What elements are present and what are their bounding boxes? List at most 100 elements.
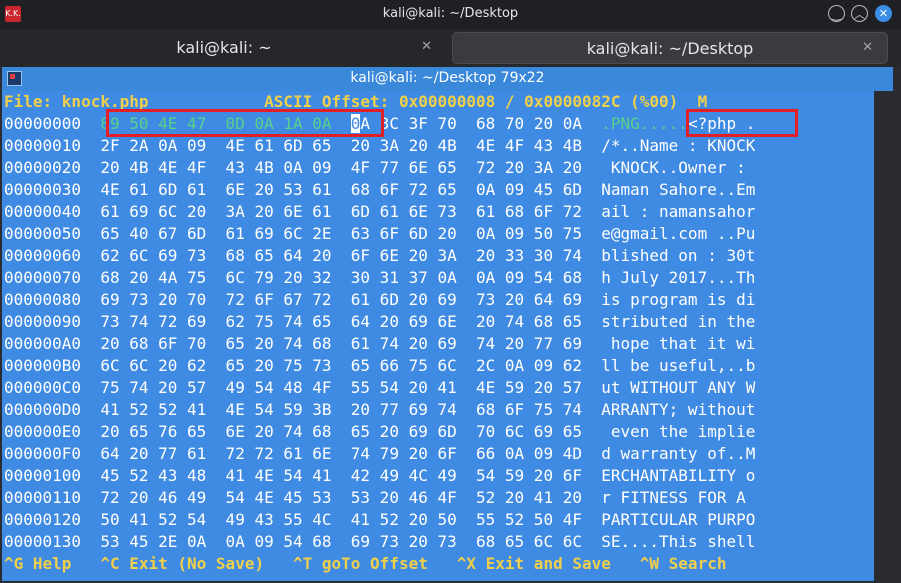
ascii-text: PARTICULAR PURPO <box>601 510 756 529</box>
terminal-title: kali@kali: ~/Desktop 79x22 <box>350 70 545 86</box>
row-offset: 000000C0 <box>4 378 82 397</box>
ascii-text: even the implie <box>601 422 756 441</box>
tab-bar: kali@kali: ~ ✕ kali@kali: ~/Desktop ✕ <box>0 29 901 67</box>
row-offset: 00000110 <box>4 488 82 507</box>
terminal-area[interactable]: File: knock.php ASCII Offset: 0x00000008… <box>2 91 893 581</box>
row-offset: 00000000 <box>4 114 82 133</box>
terminal-margin <box>874 91 893 581</box>
hex-row[interactable]: 00000110 72 20 46 49 54 4E 45 53 53 20 4… <box>4 487 755 509</box>
hex-row[interactable]: 00000020 20 4B 4E 4F 43 4B 0A 09 4F 77 6… <box>4 157 755 179</box>
hex-row[interactable]: 000000A0 20 68 6F 70 65 20 74 68 61 74 2… <box>4 333 755 355</box>
row-offset: 000000D0 <box>4 400 82 419</box>
window-title: kali@kali: ~/Desktop <box>382 6 519 21</box>
hex-bytes: A 3C 3F 70 68 70 20 0A <box>360 114 582 133</box>
hex-row[interactable]: 000000F0 64 20 77 61 72 72 61 6E 74 79 2… <box>4 443 755 465</box>
hex-bytes: 6C 6C 20 62 65 20 75 73 65 66 75 6C 2C 0… <box>100 356 582 375</box>
row-offset: 00000120 <box>4 510 82 529</box>
hex-bytes: 20 65 76 65 6E 20 74 68 65 20 69 6D 70 6… <box>100 422 582 441</box>
hex-bytes: 50 41 52 54 49 43 55 4C 41 52 20 50 55 5… <box>100 510 582 529</box>
hex-bytes: 75 74 20 57 49 54 48 4F 55 54 20 41 4E 5… <box>100 378 582 397</box>
hex-row[interactable]: 00000090 73 74 72 69 62 75 74 65 64 20 6… <box>4 311 755 333</box>
hex-bytes: 62 6C 69 73 68 65 64 20 6F 6E 20 3A 20 3… <box>100 246 582 265</box>
ascii-text: stributed in the <box>601 312 756 331</box>
row-offset: 00000100 <box>4 466 82 485</box>
hex-row[interactable]: 000000B0 6C 6C 20 62 65 20 75 73 65 66 7… <box>4 355 755 377</box>
ascii-text: /*..Name : KNOCK <box>601 136 756 155</box>
window-titlebar: K.K. kali@kali: ~/Desktop ‿ ︿ ✕ <box>0 0 901 29</box>
row-offset: 00000130 <box>4 532 82 551</box>
ascii-text: ERCHANTABILITY o <box>601 466 756 485</box>
ascii-text: <?php . <box>687 114 756 133</box>
row-offset: 000000F0 <box>4 444 82 463</box>
ascii-text: blished on : 30t <box>601 246 756 265</box>
hex-bytes: 53 45 2E 0A 0A 09 54 68 69 73 20 73 68 6… <box>100 532 582 551</box>
minimize-button[interactable]: ‿ <box>828 5 845 22</box>
row-offset: 00000080 <box>4 290 82 309</box>
hex-bytes-signature: 89 50 4E 47 0D 0A 1A 0A <box>100 114 332 133</box>
hexedit-status-line: File: knock.php ASCII Offset: 0x00000008… <box>4 92 708 111</box>
hex-row[interactable]: 000000E0 20 65 76 65 6E 20 74 68 65 20 6… <box>4 421 755 443</box>
close-window-button[interactable]: ✕ <box>875 5 892 22</box>
hex-bytes: 64 20 77 61 72 72 61 6E 74 79 20 6F 66 0… <box>100 444 582 463</box>
hex-bytes: 73 74 72 69 62 75 74 65 64 20 69 6E 20 7… <box>100 312 582 331</box>
hex-row[interactable]: 00000050 65 40 67 6D 61 69 6C 2E 63 6F 6… <box>4 223 755 245</box>
row-offset: 00000060 <box>4 246 82 265</box>
hex-bytes: 4E 61 6D 61 6E 20 53 61 68 6F 72 65 0A 0… <box>100 180 582 199</box>
hex-bytes: 72 20 46 49 54 4E 45 53 53 20 46 4F 52 2… <box>100 488 582 507</box>
row-offset: 00000050 <box>4 224 82 243</box>
ascii-text: ut WITHOUT ANY W <box>601 378 756 397</box>
ascii-text: ll be useful,..b <box>601 356 756 375</box>
hex-row[interactable]: 000000C0 75 74 20 57 49 54 48 4F 55 54 2… <box>4 377 755 399</box>
ascii-text: KNOCK..Owner : <box>601 158 756 177</box>
hex-row[interactable]: 00000130 53 45 2E 0A 0A 09 54 68 69 73 2… <box>4 531 755 553</box>
maximize-button[interactable]: ︿ <box>851 5 868 22</box>
hex-bytes: 20 4B 4E 4F 43 4B 0A 09 4F 77 6E 65 72 2… <box>100 158 582 177</box>
hex-bytes: 68 20 4A 75 6C 79 20 32 30 31 37 0A 0A 0… <box>100 268 582 287</box>
tab-close-icon[interactable]: ✕ <box>421 39 432 54</box>
row-offset: 000000B0 <box>4 356 82 375</box>
hex-bytes: 2F 2A 0A 09 4E 61 6D 65 20 3A 20 4B 4E 4… <box>100 136 582 155</box>
hex-row[interactable]: 00000120 50 41 52 54 49 43 55 4C 41 52 2… <box>4 509 755 531</box>
row-offset: 000000A0 <box>4 334 82 353</box>
ascii-text: r FITNESS FOR A <box>601 488 756 507</box>
ascii-text: e@gmail.com ..Pu <box>601 224 756 243</box>
hex-bytes: 45 52 43 48 41 4E 54 41 42 49 4C 49 54 5… <box>100 466 582 485</box>
row-offset: 00000040 <box>4 202 82 221</box>
hex-row[interactable]: 000000D0 41 52 52 41 4E 54 59 3B 20 77 6… <box>4 399 755 421</box>
row-offset: 00000020 <box>4 158 82 177</box>
tab-label: kali@kali: ~/Desktop <box>586 39 754 58</box>
hex-bytes: 20 68 6F 70 65 20 74 68 61 74 20 69 74 2… <box>100 334 582 353</box>
hex-bytes: 41 52 52 41 4E 54 59 3B 20 77 69 74 68 6… <box>100 400 582 419</box>
hex-row[interactable]: 00000070 68 20 4A 75 6C 79 20 32 30 31 3… <box>4 267 755 289</box>
row-offset: 00000070 <box>4 268 82 287</box>
hex-row[interactable]: 00000000 89 50 4E 47 0D 0A 1A 0A 0A 3C 3… <box>4 113 755 135</box>
ascii-text: SE....This shell <box>601 532 756 551</box>
ascii-text: Naman Sahore..Em <box>601 180 756 199</box>
ascii-text: hope that it wi <box>601 334 756 353</box>
tab-label: kali@kali: ~ <box>176 38 272 57</box>
ascii-text: h July 2017...Th <box>601 268 756 287</box>
hex-bytes: 61 69 6C 20 3A 20 6E 61 6D 61 6E 73 61 6… <box>100 202 582 221</box>
ascii-text: is program is di <box>601 290 756 309</box>
hex-row[interactable]: 00000030 4E 61 6D 61 6E 20 53 61 68 6F 7… <box>4 179 755 201</box>
hex-row[interactable]: 00000010 2F 2A 0A 09 4E 61 6D 65 20 3A 2… <box>4 135 755 157</box>
row-offset: 00000030 <box>4 180 82 199</box>
hex-row[interactable]: 00000100 45 52 43 48 41 4E 54 41 42 49 4… <box>4 465 755 487</box>
hex-row[interactable]: 00000060 62 6C 69 73 68 65 64 20 6F 6E 2… <box>4 245 755 267</box>
ascii-signature: .PNG..... <box>601 114 688 133</box>
tab-home[interactable]: kali@kali: ~ ✕ <box>2 32 446 64</box>
tab-desktop[interactable]: kali@kali: ~/Desktop ✕ <box>452 32 888 64</box>
hexedit-help-bar: ^G Help ^C Exit (No Save) ^T goTo Offset… <box>4 554 727 573</box>
hex-row[interactable]: 00000080 69 73 20 70 72 6F 67 72 61 6D 2… <box>4 289 755 311</box>
row-offset: 000000E0 <box>4 422 82 441</box>
ascii-text: ail : namansahor <box>601 202 756 221</box>
tab-close-icon[interactable]: ✕ <box>862 40 873 55</box>
ascii-text: ARRANTY; without <box>601 400 756 419</box>
hex-bytes: 69 73 20 70 72 6F 67 72 61 6D 20 69 73 2… <box>100 290 582 309</box>
hex-row[interactable]: 00000040 61 69 6C 20 3A 20 6E 61 6D 61 6… <box>4 201 755 223</box>
terminal-titlebar: kali@kali: ~/Desktop 79x22 <box>2 67 893 91</box>
row-offset: 00000090 <box>4 312 82 331</box>
hex-bytes: 65 40 67 6D 61 69 6C 2E 63 6F 6D 20 0A 0… <box>100 224 582 243</box>
row-offset: 00000010 <box>4 136 82 155</box>
ascii-text: d warranty of..M <box>601 444 756 463</box>
